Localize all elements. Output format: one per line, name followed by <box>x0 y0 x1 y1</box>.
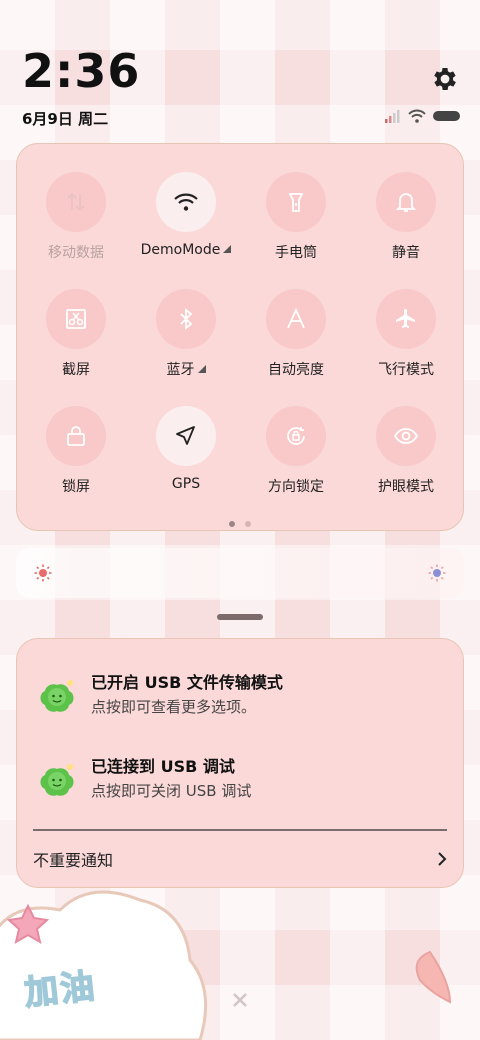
tile-label: DemoMode <box>131 242 241 258</box>
notification-subtitle: 点按即可查看更多选项。 <box>91 698 257 716</box>
eye-icon <box>393 428 419 444</box>
wallpaper-text: 加油 <box>22 966 99 1015</box>
tile-label: 蓝牙 <box>131 359 241 379</box>
tile-mobile-data[interactable]: 移动数据 <box>21 172 131 282</box>
lock-icon <box>67 426 85 446</box>
airplane-icon <box>396 309 415 328</box>
mobile-data-icon <box>67 192 85 212</box>
tile-gps[interactable]: GPS <box>131 406 241 516</box>
signal-icon <box>385 110 400 123</box>
notification-subtitle: 点按即可关闭 USB 调试 <box>91 782 252 800</box>
battery-icon <box>433 111 460 121</box>
tile-circle <box>156 406 216 466</box>
chevron-right-icon[interactable] <box>435 851 449 867</box>
clock[interactable]: 2:36 <box>22 44 140 98</box>
android-app-icon <box>40 764 74 796</box>
tile-label: 自动亮度 <box>268 362 324 378</box>
page-dot[interactable] <box>245 521 251 527</box>
tile-demomode[interactable]: DemoMode <box>131 172 241 282</box>
divider <box>33 829 447 831</box>
tile-label-text: DemoMode <box>140 242 221 258</box>
tile-label: 护眼模式 <box>378 479 434 495</box>
notification-usb-transfer[interactable]: 已开启 USB 文件传输模式 点按即可查看更多选项。 <box>37 669 447 729</box>
tile-mute[interactable]: 静音 <box>351 172 461 282</box>
tile-label-text: 蓝牙 <box>166 362 195 378</box>
notification-title: 已开启 USB 文件传输模式 <box>91 673 283 692</box>
tile-circle <box>46 406 106 466</box>
tile-label: 移动数据 <box>48 245 104 261</box>
tile-screenshot[interactable]: 截屏 <box>21 289 131 399</box>
tile-circle <box>266 289 326 349</box>
tile-lock-screen[interactable]: 锁屏 <box>21 406 131 516</box>
status-bar: 2:36 6月9日 周二 <box>0 0 480 135</box>
tile-circle <box>156 172 216 232</box>
quick-settings-panel: 移动数据 DemoMode 手电筒 静音 截屏 蓝牙 自动亮度 飞行模式 锁屏 … <box>16 143 464 531</box>
android-app-icon <box>40 680 74 712</box>
tile-circle <box>376 406 436 466</box>
screenshot-icon <box>66 309 86 329</box>
tile-label: GPS <box>171 476 201 492</box>
tile-label: 锁屏 <box>62 479 90 495</box>
notification-usb-debugging[interactable]: 已连接到 USB 调试 点按即可关闭 USB 调试 <box>37 753 447 813</box>
tile-circle <box>266 406 326 466</box>
brightness-low-icon <box>34 564 52 582</box>
tile-eye-comfort[interactable]: 护眼模式 <box>351 406 461 516</box>
page-dot-active[interactable] <box>229 521 235 527</box>
tile-circle <box>266 172 326 232</box>
date-label[interactable]: 6月9日 周二 <box>22 108 108 129</box>
tile-rotation-lock[interactable]: 方向锁定 <box>241 406 351 516</box>
brightness-high-icon <box>428 564 446 582</box>
gear-icon[interactable] <box>430 64 460 94</box>
tile-circle <box>46 289 106 349</box>
expand-triangle-icon <box>223 245 232 253</box>
rotation-lock-icon <box>287 427 305 445</box>
drag-handle[interactable] <box>217 614 263 620</box>
flashlight-icon <box>288 193 304 212</box>
location-arrow-icon <box>176 426 195 445</box>
close-icon[interactable] <box>230 990 250 1010</box>
minor-notifications-label[interactable]: 不重要通知 <box>33 847 113 871</box>
page-indicator <box>229 521 251 527</box>
tile-label: 截屏 <box>62 362 90 378</box>
wifi-icon <box>408 109 426 123</box>
tile-circle <box>376 289 436 349</box>
wifi-icon <box>174 193 198 211</box>
bell-icon <box>395 193 417 212</box>
tile-label: 飞行模式 <box>378 362 434 378</box>
bluetooth-icon <box>180 308 193 330</box>
tile-flashlight[interactable]: 手电筒 <box>241 172 351 282</box>
brightness-slider[interactable] <box>16 548 464 598</box>
tile-bluetooth[interactable]: 蓝牙 <box>131 289 241 399</box>
tile-airplane-mode[interactable]: 飞行模式 <box>351 289 461 399</box>
tile-label: 静音 <box>392 245 420 261</box>
tile-circle <box>156 289 216 349</box>
auto-brightness-icon <box>287 307 305 329</box>
tile-auto-brightness[interactable]: 自动亮度 <box>241 289 351 399</box>
notification-title: 已连接到 USB 调试 <box>91 757 235 776</box>
tile-circle <box>46 172 106 232</box>
tile-label: 方向锁定 <box>268 479 324 495</box>
notification-panel: 已开启 USB 文件传输模式 点按即可查看更多选项。 已连接到 USB 调试 点… <box>16 638 464 888</box>
expand-triangle-icon <box>197 365 206 373</box>
system-icons <box>384 108 462 124</box>
tile-circle <box>376 172 436 232</box>
tile-label: 手电筒 <box>275 245 317 261</box>
